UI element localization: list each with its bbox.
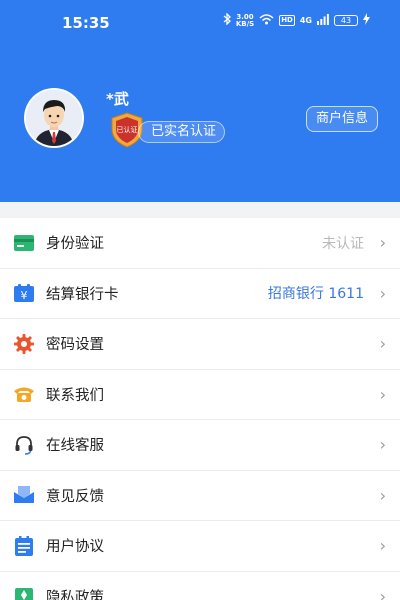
bank-card-value: 招商银行 1611	[267, 286, 364, 303]
menu-item-password[interactable]: 密码设置 ›	[0, 319, 400, 370]
svg-text:已认证: 已认证	[117, 125, 138, 134]
network-speed: 3.00 KB/S	[235, 12, 255, 28]
menu-item-bank-card[interactable]: ¥ 结算银行卡 招商银行 1611 ›	[0, 269, 400, 319]
charging-icon	[363, 13, 370, 28]
chevron-right-icon: ›	[379, 586, 386, 600]
svg-text:¥: ¥	[21, 289, 28, 302]
merchant-info-button[interactable]: 商户信息	[305, 106, 378, 132]
menu-item-privacy[interactable]: 隐私政策 ›	[0, 572, 400, 600]
headset-icon	[13, 434, 35, 456]
gear-icon	[13, 333, 35, 355]
chevron-right-icon: ›	[379, 485, 386, 505]
user-name: *武	[106, 90, 129, 108]
settings-menu: 身份验证 未认证 › ¥ 结算银行卡 招商银行 1611 › 密码设置 › 联系…	[0, 218, 400, 600]
hd-badge: HD	[279, 15, 295, 26]
mail-icon	[13, 484, 35, 506]
status-icons: 3.00 KB/S HD 4G 43	[223, 12, 370, 28]
menu-item-feedback[interactable]: 意见反馈 ›	[0, 471, 400, 521]
chevron-right-icon: ›	[379, 384, 386, 404]
status-bar: 15:35 3.00 KB/S HD 4G 43	[0, 0, 400, 44]
wifi-icon	[259, 13, 274, 28]
chevron-right-icon: ›	[379, 283, 386, 303]
avatar[interactable]	[24, 88, 84, 148]
phone-icon	[13, 383, 35, 405]
bank-card-icon: ¥	[13, 282, 35, 304]
chevron-right-icon: ›	[379, 435, 386, 455]
verified-label: 已实名认证	[138, 121, 226, 143]
verification-badge: 已认证 已实名认证	[110, 112, 226, 152]
menu-item-identity[interactable]: 身份验证 未认证 ›	[0, 218, 400, 269]
chevron-right-icon: ›	[379, 233, 386, 253]
status-time: 15:35	[62, 14, 110, 32]
id-card-icon	[13, 232, 35, 254]
menu-item-contact[interactable]: 联系我们 ›	[0, 370, 400, 420]
chevron-right-icon: ›	[379, 334, 386, 354]
menu-item-online-service[interactable]: 在线客服 ›	[0, 420, 400, 471]
identity-status: 未认证	[322, 235, 364, 252]
network-type: 4G	[299, 16, 312, 25]
document-icon	[13, 535, 35, 557]
chevron-right-icon: ›	[379, 536, 386, 556]
signal-icon	[317, 13, 329, 28]
menu-item-user-agreement[interactable]: 用户协议 ›	[0, 521, 400, 572]
profile-header: 15:35 3.00 KB/S HD 4G 43 *武 已认证 已实名认证 商户…	[0, 0, 400, 202]
privacy-icon	[13, 585, 35, 600]
bluetooth-icon	[223, 12, 231, 28]
battery-icon: 43	[334, 15, 358, 26]
